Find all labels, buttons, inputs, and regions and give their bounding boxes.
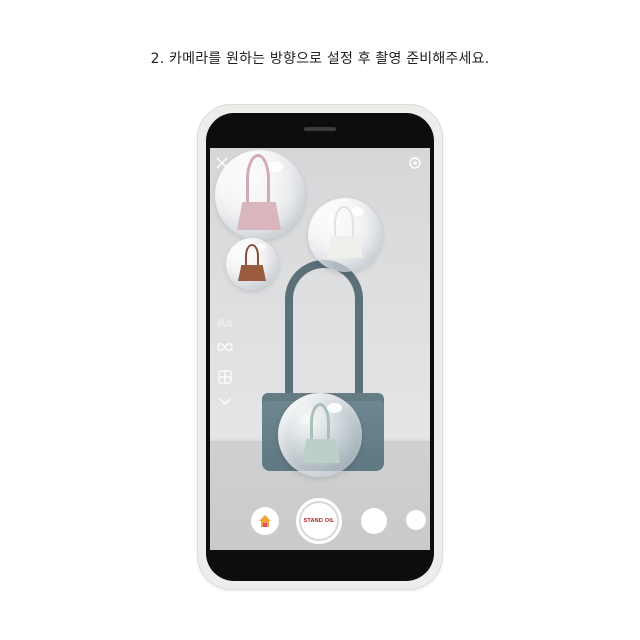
pink-bag: [237, 202, 281, 230]
effect-circle-small[interactable]: [406, 510, 426, 530]
bubble-highlight: [326, 403, 342, 414]
camera-screen: Aa STAND OIL: [210, 148, 430, 550]
home-effect-button[interactable]: [251, 507, 279, 535]
close-icon[interactable]: [216, 156, 228, 169]
phone-speaker: [304, 127, 336, 131]
mint-bag-handle: [310, 403, 330, 443]
bubble-highlight: [267, 160, 284, 172]
pink-bag-bubble[interactable]: [215, 150, 305, 240]
white-bag: [327, 236, 363, 258]
settings-icon[interactable]: [408, 156, 422, 170]
mint-bag-bubble[interactable]: [278, 393, 362, 477]
white-bag-handle: [334, 206, 354, 240]
shutter-button[interactable]: STAND OIL: [301, 503, 337, 539]
chevron-down-icon[interactable]: [216, 396, 234, 410]
home-effect-icon: [258, 514, 272, 528]
instruction-text: 2. 카메라를 원하는 방향으로 설정 후 촬영 준비해주세요.: [150, 51, 490, 67]
brown-bag-handle: [245, 244, 259, 268]
mint-bag: [302, 439, 340, 463]
brand-logo-label: STAND OIL: [303, 518, 335, 524]
brown-bag-bubble[interactable]: [226, 238, 278, 290]
brown-bag: [238, 265, 266, 281]
layout-icon[interactable]: [216, 370, 234, 387]
text-tool-icon[interactable]: Aa: [216, 316, 234, 330]
infinity-icon[interactable]: [216, 341, 234, 355]
pink-bag-handle: [246, 154, 270, 204]
effect-circle[interactable]: [361, 508, 387, 534]
white-bag-bubble[interactable]: [308, 198, 382, 272]
